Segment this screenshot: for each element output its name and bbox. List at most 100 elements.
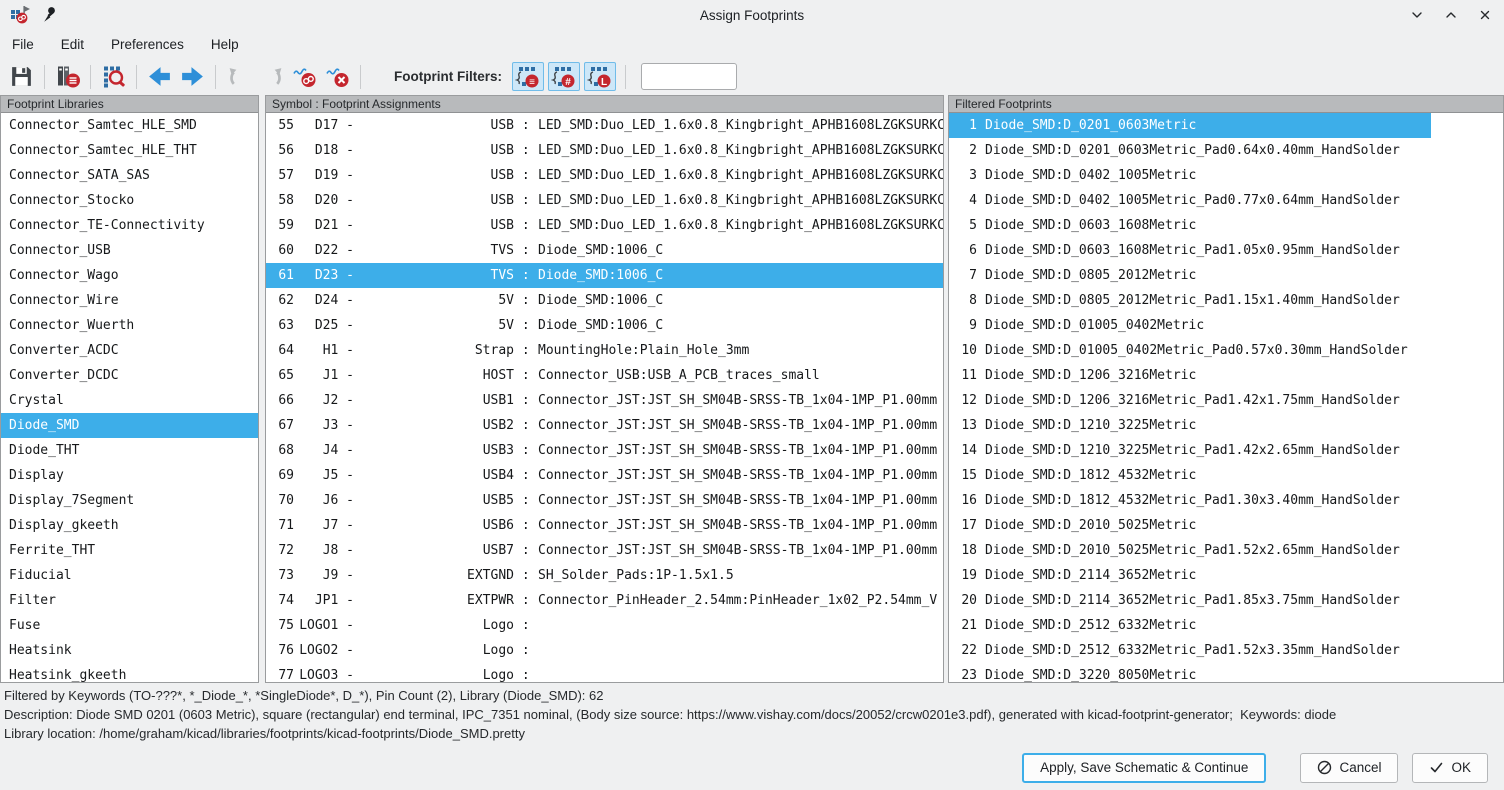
library-item[interactable]: Heatsink	[1, 638, 258, 663]
assignment-row[interactable]: 62D24 -5V : Diode_SMD:1006_C	[266, 288, 943, 313]
library-item[interactable]: Display_7Segment	[1, 488, 258, 513]
footprint-item[interactable]: 12Diode_SMD:D_1206_3216Metric_Pad1.42x1.…	[949, 388, 1503, 413]
assignment-row[interactable]: 69J5 -USB4 : Connector_JST:JST_SH_SM04B-…	[266, 463, 943, 488]
footprint-item[interactable]: 11Diode_SMD:D_1206_3216Metric	[949, 363, 1503, 388]
save-button[interactable]	[6, 61, 37, 92]
assignment-row[interactable]: 70J6 -USB5 : Connector_JST:JST_SH_SM04B-…	[266, 488, 943, 513]
footprint-item[interactable]: 3Diode_SMD:D_0402_1005Metric	[949, 163, 1503, 188]
menu-file[interactable]: File	[12, 37, 34, 52]
library-item[interactable]: Diode_THT	[1, 438, 258, 463]
assignment-row[interactable]: 55D17 -USB : LED_SMD:Duo_LED_1.6x0.8_Kin…	[266, 113, 943, 138]
library-item[interactable]: Connector_TE-Connectivity	[1, 213, 258, 238]
assignment-row[interactable]: 68J4 -USB3 : Connector_JST:JST_SH_SM04B-…	[266, 438, 943, 463]
footprint-item[interactable]: 23Diode_SMD:D_3220_8050Metric	[949, 663, 1503, 682]
assignment-row[interactable]: 67J3 -USB2 : Connector_JST:JST_SH_SM04B-…	[266, 413, 943, 438]
apply-save-continue-button[interactable]: Apply, Save Schematic & Continue	[1022, 753, 1266, 783]
footprint-item[interactable]: 9Diode_SMD:D_01005_0402Metric	[949, 313, 1503, 338]
assignment-row[interactable]: 59D21 -USB : LED_SMD:Duo_LED_1.6x0.8_Kin…	[266, 213, 943, 238]
filter-by-keyword-toggle[interactable]: ≡	[512, 62, 544, 91]
assignment-row[interactable]: 72J8 -USB7 : Connector_JST:JST_SH_SM04B-…	[266, 538, 943, 563]
footprint-filter-input[interactable]	[641, 63, 737, 90]
footprint-item[interactable]: 14Diode_SMD:D_1210_3225Metric_Pad1.42x2.…	[949, 438, 1503, 463]
footprint-item[interactable]: 2Diode_SMD:D_0201_0603Metric_Pad0.64x0.4…	[949, 138, 1503, 163]
assignment-row[interactable]: 57D19 -USB : LED_SMD:Duo_LED_1.6x0.8_Kin…	[266, 163, 943, 188]
library-item[interactable]: Converter_DCDC	[1, 363, 258, 388]
footprint-item[interactable]: 19Diode_SMD:D_2114_3652Metric	[949, 563, 1503, 588]
delete-all-associations-button[interactable]	[322, 61, 353, 92]
assignment-row[interactable]: 66J2 -USB1 : Connector_JST:JST_SH_SM04B-…	[266, 388, 943, 413]
library-item[interactable]: Diode_SMD	[1, 413, 258, 438]
library-item[interactable]: Connector_SATA_SAS	[1, 163, 258, 188]
redo-button[interactable]	[256, 61, 287, 92]
footprints-panel-header: Filtered Footprints	[949, 96, 1503, 113]
view-footprint-button[interactable]	[98, 61, 129, 92]
close-icon[interactable]	[1476, 6, 1494, 24]
library-item[interactable]: Heatsink_gkeeth	[1, 663, 258, 682]
footprint-item[interactable]: 15Diode_SMD:D_1812_4532Metric	[949, 463, 1503, 488]
footprint-item[interactable]: 16Diode_SMD:D_1812_4532Metric_Pad1.30x3.…	[949, 488, 1503, 513]
maximize-icon[interactable]	[1442, 6, 1460, 24]
ok-button[interactable]: OK	[1412, 753, 1488, 783]
library-item[interactable]: Fuse	[1, 613, 258, 638]
next-symbol-button[interactable]	[177, 61, 208, 92]
assignment-row[interactable]: 65J1 -HOST : Connector_USB:USB_A_PCB_tra…	[266, 363, 943, 388]
library-item[interactable]: Connector_Wire	[1, 288, 258, 313]
library-item[interactable]: Connector_Wuerth	[1, 313, 258, 338]
assignment-row[interactable]: 64H1 -Strap : MountingHole:Plain_Hole_3m…	[266, 338, 943, 363]
symbol-reference: D22 -	[294, 238, 354, 263]
footprint-item[interactable]: 1Diode_SMD:D_0201_0603Metric	[949, 113, 1431, 138]
library-item[interactable]: Connector_Wago	[1, 263, 258, 288]
assigned-footprint: Connector_PinHeader_2.54mm:PinHeader_1x0…	[538, 588, 943, 613]
footprint-item[interactable]: 20Diode_SMD:D_2114_3652Metric_Pad1.85x3.…	[949, 588, 1503, 613]
library-item[interactable]: Display_gkeeth	[1, 513, 258, 538]
footprint-item[interactable]: 8Diode_SMD:D_0805_2012Metric_Pad1.15x1.4…	[949, 288, 1503, 313]
filter-by-pin-count-toggle[interactable]: #	[548, 62, 580, 91]
library-item[interactable]: Connector_Stocko	[1, 188, 258, 213]
footprint-item[interactable]: 5Diode_SMD:D_0603_1608Metric	[949, 213, 1503, 238]
assignment-row[interactable]: 60D22 -TVS : Diode_SMD:1006_C	[266, 238, 943, 263]
row-number: 7	[953, 263, 977, 288]
library-item[interactable]: Ferrite_THT	[1, 538, 258, 563]
assignment-row[interactable]: 58D20 -USB : LED_SMD:Duo_LED_1.6x0.8_Kin…	[266, 188, 943, 213]
row-number: 17	[953, 513, 977, 538]
delete-association-button[interactable]	[289, 61, 320, 92]
menu-help[interactable]: Help	[211, 37, 239, 52]
assignment-row[interactable]: 75LOGO1 -Logo :	[266, 613, 943, 638]
footprint-name: Diode_SMD:D_1206_3216Metric_Pad1.42x1.75…	[985, 388, 1503, 413]
footprint-libraries-table-button[interactable]	[52, 61, 83, 92]
assignment-row[interactable]: 63D25 -5V : Diode_SMD:1006_C	[266, 313, 943, 338]
library-item[interactable]: Fiducial	[1, 563, 258, 588]
footprint-item[interactable]: 10Diode_SMD:D_01005_0402Metric_Pad0.57x0…	[949, 338, 1503, 363]
assignment-row[interactable]: 56D18 -USB : LED_SMD:Duo_LED_1.6x0.8_Kin…	[266, 138, 943, 163]
library-item[interactable]: Converter_ACDC	[1, 338, 258, 363]
library-item[interactable]: Crystal	[1, 388, 258, 413]
library-item[interactable]: Display	[1, 463, 258, 488]
footprint-item[interactable]: 6Diode_SMD:D_0603_1608Metric_Pad1.05x0.9…	[949, 238, 1503, 263]
footprint-item[interactable]: 18Diode_SMD:D_2010_5025Metric_Pad1.52x2.…	[949, 538, 1503, 563]
assignment-row[interactable]: 77LOGO3 -Logo :	[266, 663, 943, 682]
library-item[interactable]: Connector_Samtec_HLE_SMD	[1, 113, 258, 138]
footprint-item[interactable]: 21Diode_SMD:D_2512_6332Metric	[949, 613, 1503, 638]
library-item[interactable]: Connector_USB	[1, 238, 258, 263]
assignment-row[interactable]: 74JP1 -EXTPWR : Connector_PinHeader_2.54…	[266, 588, 943, 613]
library-item[interactable]: Connector_Samtec_HLE_THT	[1, 138, 258, 163]
footprint-item[interactable]: 13Diode_SMD:D_1210_3225Metric	[949, 413, 1503, 438]
footprint-item[interactable]: 7Diode_SMD:D_0805_2012Metric	[949, 263, 1503, 288]
footprint-item[interactable]: 22Diode_SMD:D_2512_6332Metric_Pad1.52x3.…	[949, 638, 1503, 663]
cancel-button-label: Cancel	[1339, 760, 1381, 775]
assignment-row[interactable]: 73J9 -EXTGND : SH_Solder_Pads:1P-1.5x1.5	[266, 563, 943, 588]
footprint-item[interactable]: 4Diode_SMD:D_0402_1005Metric_Pad0.77x0.6…	[949, 188, 1503, 213]
assignment-row[interactable]: 61D23 -TVS : Diode_SMD:1006_C	[266, 263, 943, 288]
assignment-row[interactable]: 76LOGO2 -Logo :	[266, 638, 943, 663]
menu-edit[interactable]: Edit	[61, 37, 84, 52]
row-number: 20	[953, 588, 977, 613]
filter-by-library-toggle[interactable]: L	[584, 62, 616, 91]
menu-preferences[interactable]: Preferences	[111, 37, 184, 52]
cancel-button[interactable]: Cancel	[1300, 753, 1398, 783]
minimize-icon[interactable]	[1408, 6, 1426, 24]
assignment-row[interactable]: 71J7 -USB6 : Connector_JST:JST_SH_SM04B-…	[266, 513, 943, 538]
undo-button[interactable]	[223, 61, 254, 92]
library-item[interactable]: Filter	[1, 588, 258, 613]
previous-symbol-button[interactable]	[144, 61, 175, 92]
footprint-item[interactable]: 17Diode_SMD:D_2010_5025Metric	[949, 513, 1503, 538]
